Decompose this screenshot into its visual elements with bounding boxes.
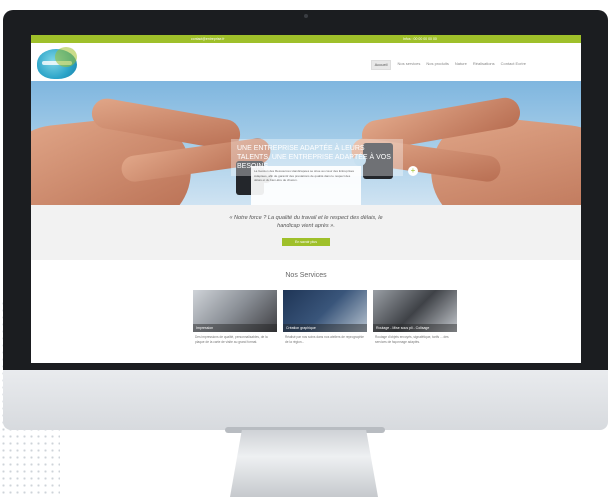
- cta-button[interactable]: En savoir plus: [282, 238, 330, 246]
- services-section: Nos Services Impression Des impressions …: [31, 260, 581, 363]
- desktop-monitor: contact@entreprise.fr Infos : 00 00 00 0…: [3, 10, 612, 430]
- service-image: Création graphique: [283, 290, 367, 332]
- nav-item-accueil[interactable]: Accueil: [370, 60, 392, 70]
- monitor-bezel: contact@entreprise.fr Infos : 00 00 00 0…: [3, 10, 608, 370]
- quote-text: « Notre force ? La qualité du travail et…: [229, 215, 383, 229]
- service-image: Impression: [193, 290, 277, 332]
- service-card[interactable]: Création graphique Réalisé par nos soins…: [283, 290, 367, 363]
- service-caption: Création graphique: [283, 324, 367, 332]
- nav-item-services[interactable]: Nos services: [397, 60, 420, 70]
- service-card[interactable]: Impression Des impressions de qualité, p…: [193, 290, 277, 363]
- service-caption: Routage - Mise sous pli - Colisage: [373, 324, 457, 332]
- nav-item-realisations[interactable]: Réalisations: [473, 60, 495, 70]
- service-text: Réalisé par nos soins dans nos ateliers …: [285, 335, 364, 344]
- monitor-chin: [3, 370, 608, 430]
- nav-menu: Accueil Nos services Nos produits Nature…: [370, 60, 526, 70]
- service-card[interactable]: Routage - Mise sous pli - Colisage Routa…: [373, 290, 457, 363]
- site-navigation: Accueil Nos services Nos produits Nature…: [31, 43, 581, 81]
- service-text: Routage d'objets envoyés, signalétique, …: [375, 335, 449, 344]
- quote-section: « Notre force ? La qualité du travail et…: [31, 205, 581, 260]
- service-caption: Impression: [193, 324, 277, 332]
- hero-plus-button[interactable]: +: [408, 166, 418, 176]
- monitor-stand: [230, 430, 378, 497]
- service-image: Routage - Mise sous pli - Colisage: [373, 290, 457, 332]
- hero-banner: UNE ENTREPRISE ADAPTÉE À LEURS TALENTS, …: [31, 81, 581, 205]
- topbar-phone[interactable]: Infos : 00 00 00 00 00: [403, 35, 437, 43]
- hero-text-box: La Gestion des Ressources Handicapées se…: [251, 166, 361, 205]
- camera-icon: [304, 14, 308, 18]
- topbar: contact@entreprise.fr Infos : 00 00 00 0…: [31, 35, 581, 43]
- service-text: Des impressions de qualité, personnalisa…: [195, 335, 268, 344]
- website-screen: contact@entreprise.fr Infos : 00 00 00 0…: [31, 35, 581, 363]
- nav-item-contact[interactable]: Contact Ecrire: [501, 60, 526, 70]
- nav-item-produits[interactable]: Nos produits: [426, 60, 448, 70]
- services-title: Nos Services: [285, 272, 327, 279]
- nav-item-nature[interactable]: Nature: [455, 60, 467, 70]
- site-logo[interactable]: [37, 47, 77, 79]
- topbar-email[interactable]: contact@entreprise.fr: [191, 35, 225, 43]
